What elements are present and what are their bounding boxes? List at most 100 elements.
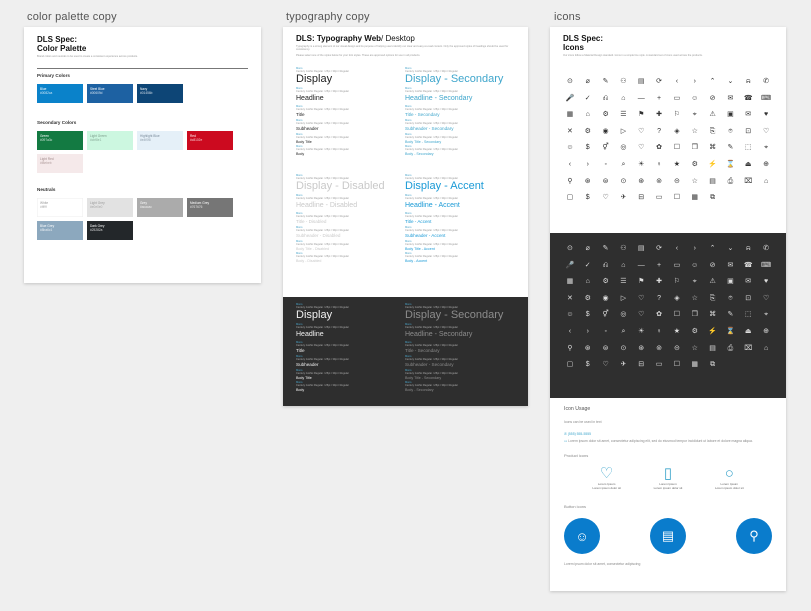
glyph-icon[interactable]: ☐ [668, 192, 686, 203]
glyph-icon[interactable]: ☆ [686, 176, 704, 187]
glyph-icon[interactable]: ✉ [722, 93, 740, 104]
glyph-icon[interactable]: ◦ [597, 159, 615, 170]
glyph-icon[interactable]: ⌂ [757, 176, 775, 187]
glyph-icon[interactable]: ⊚ [650, 343, 668, 354]
glyph-icon[interactable]: ☐ [668, 142, 686, 153]
glyph-icon[interactable]: ♥ [757, 109, 775, 120]
glyph-icon[interactable]: ▭ [650, 359, 668, 370]
glyph-icon[interactable]: ⌂ [615, 260, 633, 271]
glyph-icon[interactable]: ♡ [597, 192, 615, 203]
color-swatch[interactable]: Navy #01456b [137, 84, 183, 103]
glyph-icon[interactable]: ⚲ [561, 176, 579, 187]
glyph-icon[interactable]: ✈ [615, 359, 633, 370]
glyph-icon[interactable]: ⟳ [650, 76, 668, 87]
glyph-icon[interactable]: ☆ [686, 293, 704, 304]
glyph-icon[interactable]: ✚ [650, 109, 668, 120]
glyph-icon[interactable]: ‹ [561, 159, 579, 170]
glyph-icon[interactable]: ✎ [597, 76, 615, 87]
glyph-icon[interactable]: ⚙ [686, 159, 704, 170]
glyph-icon[interactable]: ⊜ [597, 176, 615, 187]
glyph-icon[interactable]: ⊝ [668, 176, 686, 187]
glyph-icon[interactable]: ☆ [686, 343, 704, 354]
glyph-icon[interactable]: ⊘ [704, 93, 722, 104]
glyph-icon[interactable]: 🎤 [561, 260, 579, 271]
color-swatch[interactable]: Light Red #f8ebeb [37, 154, 83, 173]
glyph-icon[interactable]: ⊟ [632, 359, 650, 370]
glyph-icon[interactable]: ▦ [686, 359, 704, 370]
glyph-icon[interactable]: ★ [668, 326, 686, 337]
glyph-icon[interactable]: ✉ [739, 276, 757, 287]
glyph-icon[interactable]: ▣ [722, 276, 740, 287]
glyph-icon[interactable]: ⊟ [632, 192, 650, 203]
glyph-icon[interactable]: ▤ [704, 176, 722, 187]
glyph-icon[interactable]: ◉ [597, 126, 615, 137]
glyph-icon[interactable]: ⌖ [686, 109, 704, 120]
glyph-icon[interactable]: ✚ [650, 276, 668, 287]
glyph-icon[interactable]: ⌕ [615, 159, 633, 170]
glyph-icon[interactable]: ⌂ [579, 109, 597, 120]
glyph-icon[interactable]: ⌘ [704, 142, 722, 153]
glyph-icon[interactable]: ⊙ [615, 343, 633, 354]
glyph-icon[interactable]: ☰ [615, 276, 633, 287]
glyph-icon[interactable]: ✎ [597, 243, 615, 254]
glyph-icon[interactable]: ⌀ [579, 76, 597, 87]
glyph-icon[interactable]: ⎌ [597, 93, 615, 104]
glyph-icon[interactable]: ☺ [561, 309, 579, 320]
glyph-icon[interactable]: ⊙ [561, 76, 579, 87]
glyph-icon[interactable]: ⌄ [722, 243, 740, 254]
glyph-icon[interactable]: ♀ [650, 326, 668, 337]
glyph-icon[interactable]: ✆ [757, 243, 775, 254]
glyph-icon[interactable]: ⌨ [757, 93, 775, 104]
glyph-icon[interactable]: ☎ [739, 260, 757, 271]
glyph-icon[interactable]: ⎙ [722, 176, 740, 187]
glyph-icon[interactable]: ♡ [757, 126, 775, 137]
glyph-icon[interactable]: ☀ [632, 159, 650, 170]
glyph-icon[interactable]: ⌖ [757, 309, 775, 320]
glyph-icon[interactable]: ☺ [561, 142, 579, 153]
glyph-icon[interactable]: ⚑ [632, 276, 650, 287]
palette-frame-label[interactable]: color palette copy [27, 11, 117, 23]
glyph-icon[interactable]: ◦ [597, 326, 615, 337]
glyph-icon[interactable]: ▦ [561, 276, 579, 287]
glyph-icon[interactable]: ▤ [632, 76, 650, 87]
glyph-icon[interactable]: ◎ [615, 309, 633, 320]
glyph-icon[interactable]: ⊛ [579, 176, 597, 187]
glyph-icon[interactable]: ⚇ [615, 243, 633, 254]
glyph-icon[interactable]: ▦ [561, 109, 579, 120]
glyph-icon[interactable]: ⊜ [597, 343, 615, 354]
glyph-icon[interactable] [757, 359, 775, 370]
glyph-icon[interactable]: ♡ [597, 359, 615, 370]
glyph-icon[interactable]: ‹ [668, 243, 686, 254]
glyph-icon[interactable]: ⌃ [704, 243, 722, 254]
glyph-icon[interactable]: ⎘ [704, 293, 722, 304]
glyph-icon[interactable]: $ [579, 359, 597, 370]
glyph-icon[interactable]: ♡ [632, 126, 650, 137]
glyph-icon[interactable]: ⌨ [757, 260, 775, 271]
glyph-icon[interactable]: ⌖ [757, 142, 775, 153]
glyph-icon[interactable]: ✉ [722, 260, 740, 271]
glyph-icon[interactable]: ✕ [561, 293, 579, 304]
glyph-icon[interactable]: ✉ [739, 109, 757, 120]
glyph-icon[interactable]: ⌖ [686, 276, 704, 287]
glyph-icon[interactable]: ⚙ [597, 276, 615, 287]
glyph-icon[interactable]: ⊡ [739, 293, 757, 304]
glyph-icon[interactable]: ♥ [757, 276, 775, 287]
glyph-icon[interactable]: ⊛ [632, 343, 650, 354]
glyph-icon[interactable]: ⍾ [739, 76, 757, 87]
color-swatch[interactable]: Dark Grey #25282a [87, 221, 133, 240]
glyph-icon[interactable]: ⌾ [722, 126, 740, 137]
glyph-icon[interactable]: ▦ [686, 192, 704, 203]
glyph-icon[interactable] [722, 359, 740, 370]
glyph-icon[interactable]: — [632, 260, 650, 271]
glyph-icon[interactable]: ⚥ [597, 309, 615, 320]
glyph-icon[interactable]: $ [579, 309, 597, 320]
glyph-icon[interactable]: › [686, 243, 704, 254]
glyph-icon[interactable]: ⚲ [561, 343, 579, 354]
color-swatch[interactable]: Blue Grey #8ba6c1 [37, 221, 83, 240]
glyph-icon[interactable]: $ [579, 142, 597, 153]
glyph-icon[interactable]: 🎤 [561, 93, 579, 104]
glyph-icon[interactable]: ☎ [739, 93, 757, 104]
glyph-icon[interactable]: ⚑ [632, 109, 650, 120]
glyph-icon[interactable]: ⚡ [704, 159, 722, 170]
glyph-icon[interactable]: ☺ [686, 93, 704, 104]
